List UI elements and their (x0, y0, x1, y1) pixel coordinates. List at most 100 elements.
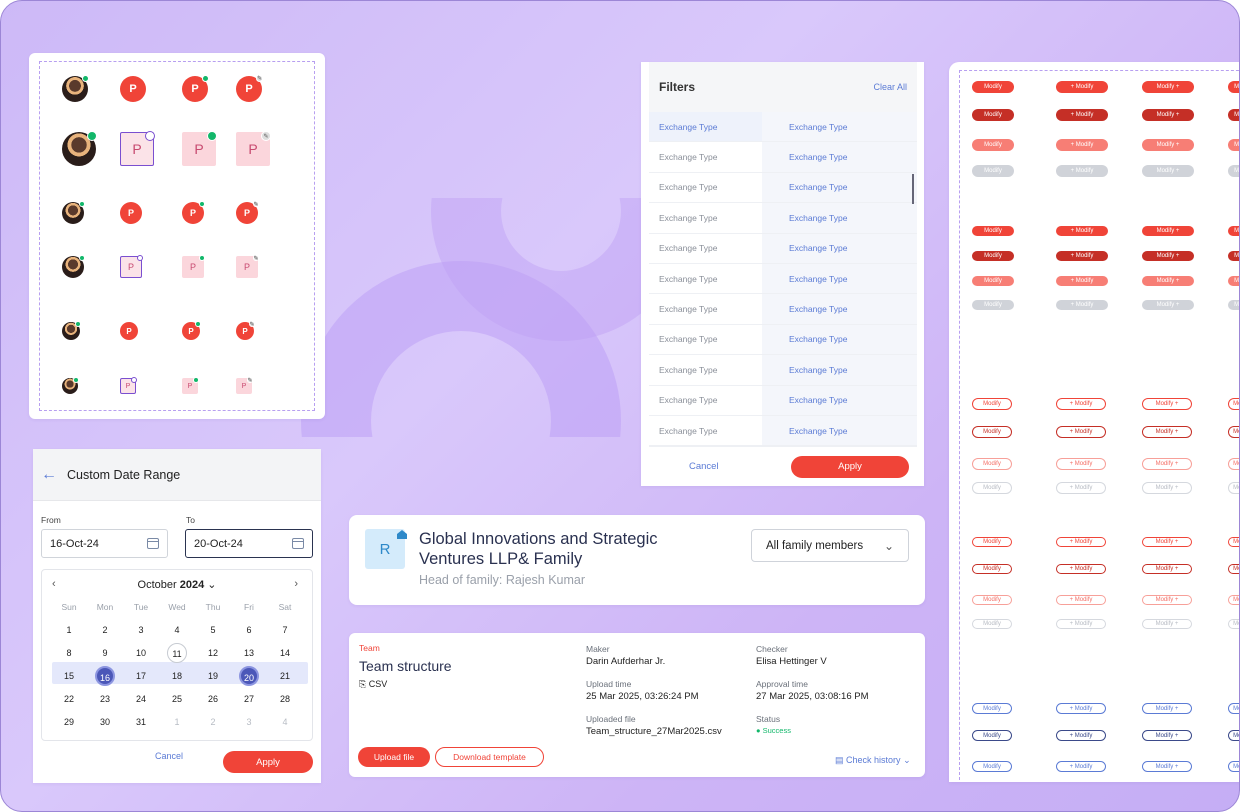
modify-button[interactable]: Modify (972, 595, 1012, 605)
modify-button[interactable]: Modify + (1142, 761, 1192, 772)
modify-button[interactable]: + Modify (1056, 165, 1108, 177)
calendar-day[interactable]: 11 (167, 643, 187, 663)
calendar-day[interactable]: 16 (95, 666, 115, 686)
calendar-day[interactable]: 5 (203, 620, 223, 640)
modify-button[interactable]: + Modify (1056, 458, 1106, 470)
modify-button[interactable]: + Modify (1056, 564, 1106, 574)
calendar-day[interactable]: 9 (95, 643, 115, 663)
modify-button[interactable]: + Modify (1056, 619, 1106, 629)
filter-value[interactable]: Exchange Type (762, 355, 917, 385)
filter-value[interactable]: Exchange Type (762, 415, 917, 446)
calendar-icon[interactable] (147, 538, 159, 549)
calendar-day[interactable]: 15 (59, 666, 79, 686)
calendar-day[interactable]: 29 (59, 712, 79, 732)
modify-button[interactable]: Modify + (1142, 619, 1192, 629)
modify-button[interactable]: + Modify (1056, 226, 1108, 236)
modify-button[interactable]: + Modify (1056, 761, 1106, 772)
modify-button[interactable]: Modify (972, 81, 1014, 93)
modify-button[interactable]: Modify (972, 619, 1012, 629)
filter-row[interactable]: Exchange Type Exchange Type (649, 112, 917, 143)
calendar-day[interactable]: 22 (59, 689, 79, 709)
modify-button[interactable]: + Modify (1056, 703, 1106, 714)
calendar-day[interactable]: 31 (131, 712, 151, 732)
calendar-day[interactable]: 23 (95, 689, 115, 709)
modify-button[interactable]: Modify (1228, 109, 1239, 121)
filter-row[interactable]: Exchange Type Exchange Type (649, 203, 917, 234)
filter-row[interactable]: Exchange Type Exchange Type (649, 355, 917, 386)
initial-avatar[interactable]: P (120, 202, 142, 224)
filter-value[interactable]: Exchange Type (762, 324, 917, 355)
modify-button[interactable]: Modify + (1142, 81, 1194, 93)
modify-button[interactable]: Modify + (1142, 426, 1192, 438)
filter-row[interactable]: Exchange Type Exchange Type (649, 385, 917, 416)
modify-button[interactable]: Modify + (1142, 226, 1194, 236)
calendar-day[interactable]: 1 (167, 712, 187, 732)
calendar-day[interactable]: 20 (239, 666, 259, 686)
modify-button[interactable]: + Modify (1056, 109, 1108, 121)
modify-button[interactable]: Modify (1228, 458, 1239, 470)
modify-button[interactable]: Modify (972, 109, 1014, 121)
modify-button[interactable]: Modify (1228, 703, 1239, 714)
filter-row[interactable]: Exchange Type Exchange Type (649, 233, 917, 264)
modify-button[interactable]: + Modify (1056, 426, 1106, 438)
modify-button[interactable]: Modify (1228, 165, 1239, 177)
calendar-icon[interactable] (292, 538, 304, 549)
upload-file-button[interactable]: Upload file (358, 747, 430, 767)
calendar-day[interactable]: 18 (167, 666, 187, 686)
filter-row[interactable]: Exchange Type Exchange Type (649, 172, 917, 204)
calendar-day[interactable]: 3 (239, 712, 259, 732)
modify-button[interactable]: Modify (972, 139, 1014, 151)
back-arrow-icon[interactable]: ← (41, 466, 57, 484)
calendar-day[interactable]: 19 (203, 666, 223, 686)
modify-button[interactable]: Modify (972, 761, 1012, 772)
filter-value[interactable]: Exchange Type (762, 112, 917, 142)
initial-avatar[interactable]: P (120, 76, 146, 102)
modify-button[interactable]: Modify (972, 251, 1014, 261)
modify-button[interactable]: Modify + (1142, 276, 1194, 286)
calendar-day[interactable]: 14 (275, 643, 295, 663)
modify-button[interactable]: Modify (972, 537, 1012, 547)
modify-button[interactable]: Modify (972, 300, 1014, 310)
modify-button[interactable]: Modify + (1142, 482, 1192, 494)
modify-button[interactable]: Modify (1228, 398, 1239, 410)
calendar-day[interactable]: 1 (59, 620, 79, 640)
modify-button[interactable]: Modify (972, 226, 1014, 236)
modify-button[interactable]: Modify (972, 426, 1012, 438)
modify-button[interactable]: + Modify (1056, 276, 1108, 286)
modify-button[interactable]: Modify (972, 458, 1012, 470)
calendar-day[interactable]: 7 (275, 620, 295, 640)
from-date-field[interactable]: 16-Oct-24 (41, 529, 168, 558)
modify-button[interactable]: Modify (1228, 139, 1239, 151)
date-apply-button[interactable]: Apply (223, 751, 313, 773)
modify-button[interactable]: Modify (972, 482, 1012, 494)
modify-button[interactable]: Modify (1228, 81, 1239, 93)
filter-row[interactable]: Exchange Type Exchange Type (649, 415, 917, 447)
modify-button[interactable]: Modify (972, 165, 1014, 177)
modify-button[interactable]: Modify (1228, 226, 1239, 236)
modify-button[interactable]: Modify + (1142, 251, 1194, 261)
chevron-right-icon[interactable]: › (294, 578, 298, 590)
modify-button[interactable]: Modify (1228, 482, 1239, 494)
modify-button[interactable]: Modify + (1142, 109, 1194, 121)
modify-button[interactable]: Modify + (1142, 458, 1192, 470)
calendar-day[interactable]: 2 (95, 620, 115, 640)
modify-button[interactable]: Modify + (1142, 595, 1192, 605)
filter-value[interactable]: Exchange Type (762, 385, 917, 415)
modify-button[interactable]: Modify + (1142, 564, 1192, 574)
modify-button[interactable]: Modify (972, 703, 1012, 714)
check-history-link[interactable]: ▤ Check history ⌄ (835, 755, 911, 766)
filters-apply-button[interactable]: Apply (791, 455, 909, 478)
calendar-day[interactable]: 17 (131, 666, 151, 686)
modify-button[interactable]: Modify + (1142, 730, 1192, 741)
modify-button[interactable]: Modify (1228, 619, 1239, 629)
modify-button[interactable]: + Modify (1056, 398, 1106, 410)
modify-button[interactable]: Modify + (1142, 300, 1194, 310)
clear-all-link[interactable]: Clear All (873, 82, 907, 92)
modify-button[interactable]: Modify (1228, 276, 1239, 286)
calendar-day[interactable]: 24 (131, 689, 151, 709)
filter-value[interactable]: Exchange Type (762, 172, 917, 203)
date-cancel-button[interactable]: Cancel (155, 751, 183, 761)
modify-button[interactable]: Modify (1228, 251, 1239, 261)
filter-value[interactable]: Exchange Type (762, 142, 917, 172)
to-date-field[interactable]: 20-Oct-24 (185, 529, 313, 558)
